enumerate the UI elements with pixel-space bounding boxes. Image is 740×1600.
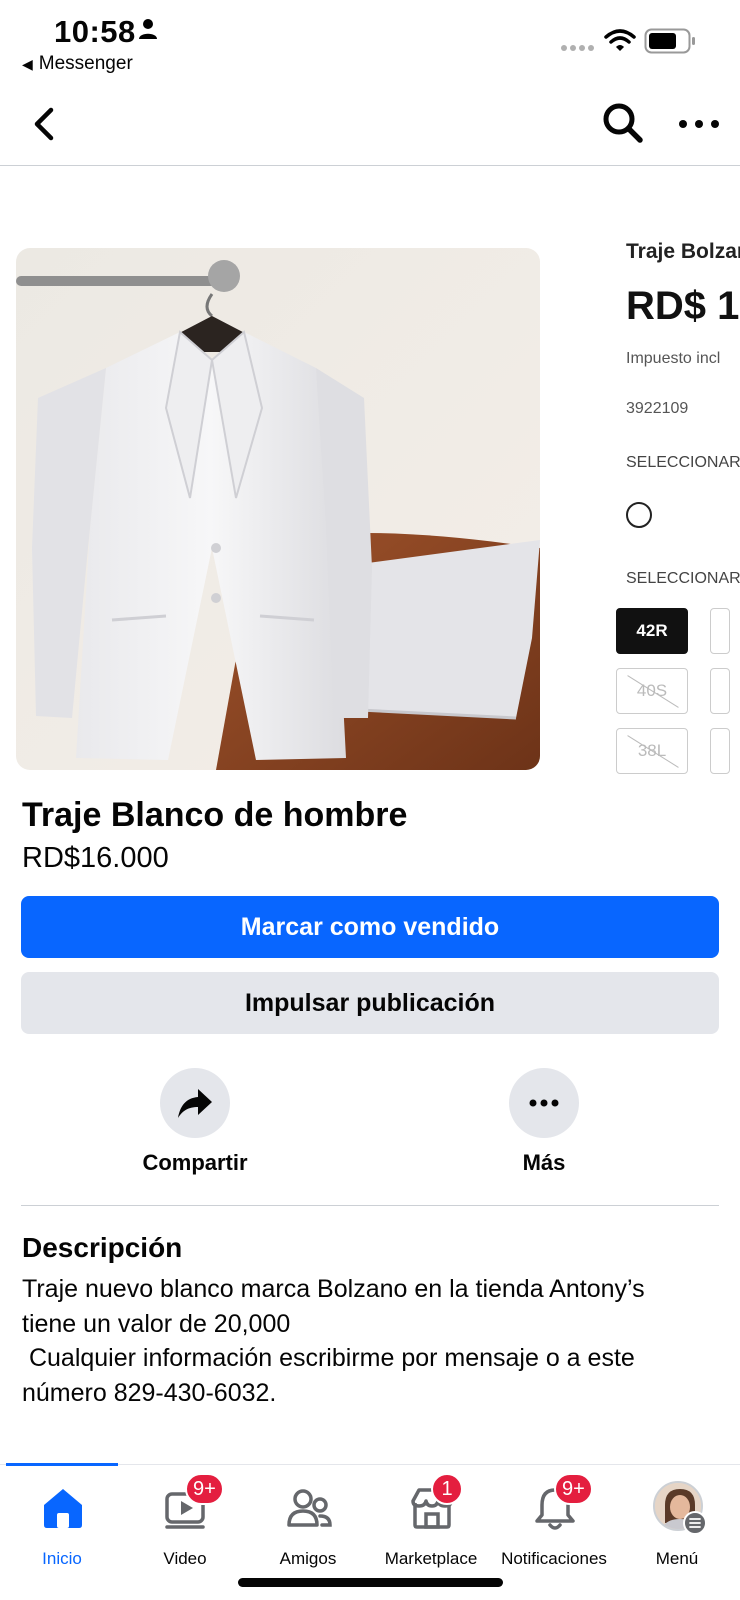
home-indicator xyxy=(238,1578,503,1587)
marketplace-badge: 1 xyxy=(431,1473,463,1505)
back-triangle-icon: ◀ xyxy=(22,55,33,72)
suit-photo-image xyxy=(16,248,540,770)
store-color-radio xyxy=(626,502,652,528)
store-product-code: 3922109 xyxy=(626,400,689,417)
photo-gallery[interactable]: Traje Bolzan RD$ 19 Impuesto incl 392210… xyxy=(0,170,740,778)
more-horizontal-icon[interactable] xyxy=(676,104,722,144)
back-to-messenger[interactable]: ◀ Messenger xyxy=(22,53,133,75)
person-icon xyxy=(139,19,157,39)
share-label: Compartir xyxy=(142,1150,248,1175)
share-arrow-icon xyxy=(178,1089,212,1118)
mark-as-sold-button[interactable]: Marcar como vendido xyxy=(21,896,719,958)
store-tax-note: Impuesto incl xyxy=(626,350,721,367)
store-product-title: Traje Bolzan xyxy=(626,240,740,263)
share-action[interactable]: Compartir xyxy=(115,1068,275,1178)
tab-menu[interactable]: Menú xyxy=(615,1479,739,1569)
store-size-option: 42R xyxy=(616,608,688,654)
friends-icon xyxy=(287,1489,332,1527)
boost-listing-button[interactable]: Impulsar publicación xyxy=(21,972,719,1034)
tab-marketplace[interactable]: 1 Marketplace xyxy=(369,1473,493,1569)
marketplace-listing-page: 10:58 ◀ Messenger Traje Bolzan RD$ 1 Imp… xyxy=(0,0,740,1600)
more-button[interactable] xyxy=(509,1068,579,1138)
store-size-option-partial xyxy=(710,728,730,774)
more-action[interactable]: Más xyxy=(464,1068,624,1178)
video-badge: 9+ xyxy=(185,1473,224,1505)
store-select-label: SELECCIONAR xyxy=(626,570,740,587)
store-product-price: RD$ 19 xyxy=(626,284,740,328)
signal-icon xyxy=(561,45,594,51)
store-size-option: 38L xyxy=(616,728,688,774)
tab-label: Menú xyxy=(655,1549,699,1568)
listing-title: Traje Blanco de hombre xyxy=(22,796,408,834)
listing-photo-suit[interactable] xyxy=(16,248,540,770)
store-size-option: 40S xyxy=(616,668,688,714)
more-label: Más xyxy=(522,1150,566,1175)
more-horizontal-icon xyxy=(529,1099,559,1107)
status-bar: 10:58 ◀ Messenger xyxy=(0,0,740,80)
home-icon xyxy=(44,1489,82,1528)
tab-amigos[interactable]: Amigos xyxy=(246,1479,370,1569)
chevron-left-icon[interactable] xyxy=(26,104,66,144)
description-body: Traje nuevo blanco marca Bolzano en la t… xyxy=(22,1275,645,1407)
active-tab-indicator xyxy=(6,1463,118,1466)
battery-icon xyxy=(644,28,695,54)
wifi-icon xyxy=(604,29,636,51)
search-icon[interactable] xyxy=(600,100,644,144)
store-size-option-partial xyxy=(710,608,730,654)
listing-photo-store-page[interactable]: Traje Bolzan RD$ 19 Impuesto incl 392210… xyxy=(606,230,740,778)
tab-inicio[interactable]: Inicio xyxy=(0,1479,124,1569)
description-heading: Descripción xyxy=(22,1232,183,1263)
section-divider xyxy=(21,1205,719,1206)
share-button[interactable] xyxy=(160,1068,230,1138)
store-select-label: SELECCIONAR xyxy=(626,454,740,471)
listing-price: RD$16.000 xyxy=(22,842,169,874)
notifications-badge: 9+ xyxy=(554,1473,593,1505)
tab-notificaciones[interactable]: 9+ Notificaciones xyxy=(492,1473,616,1569)
menu-lines-icon xyxy=(683,1511,707,1535)
tab-video[interactable]: 9+ Video xyxy=(123,1473,247,1569)
nav-bar xyxy=(0,82,740,166)
status-time: 10:58 xyxy=(54,14,136,49)
store-size-option-partial xyxy=(710,668,730,714)
back-app-label: Messenger xyxy=(38,53,133,74)
